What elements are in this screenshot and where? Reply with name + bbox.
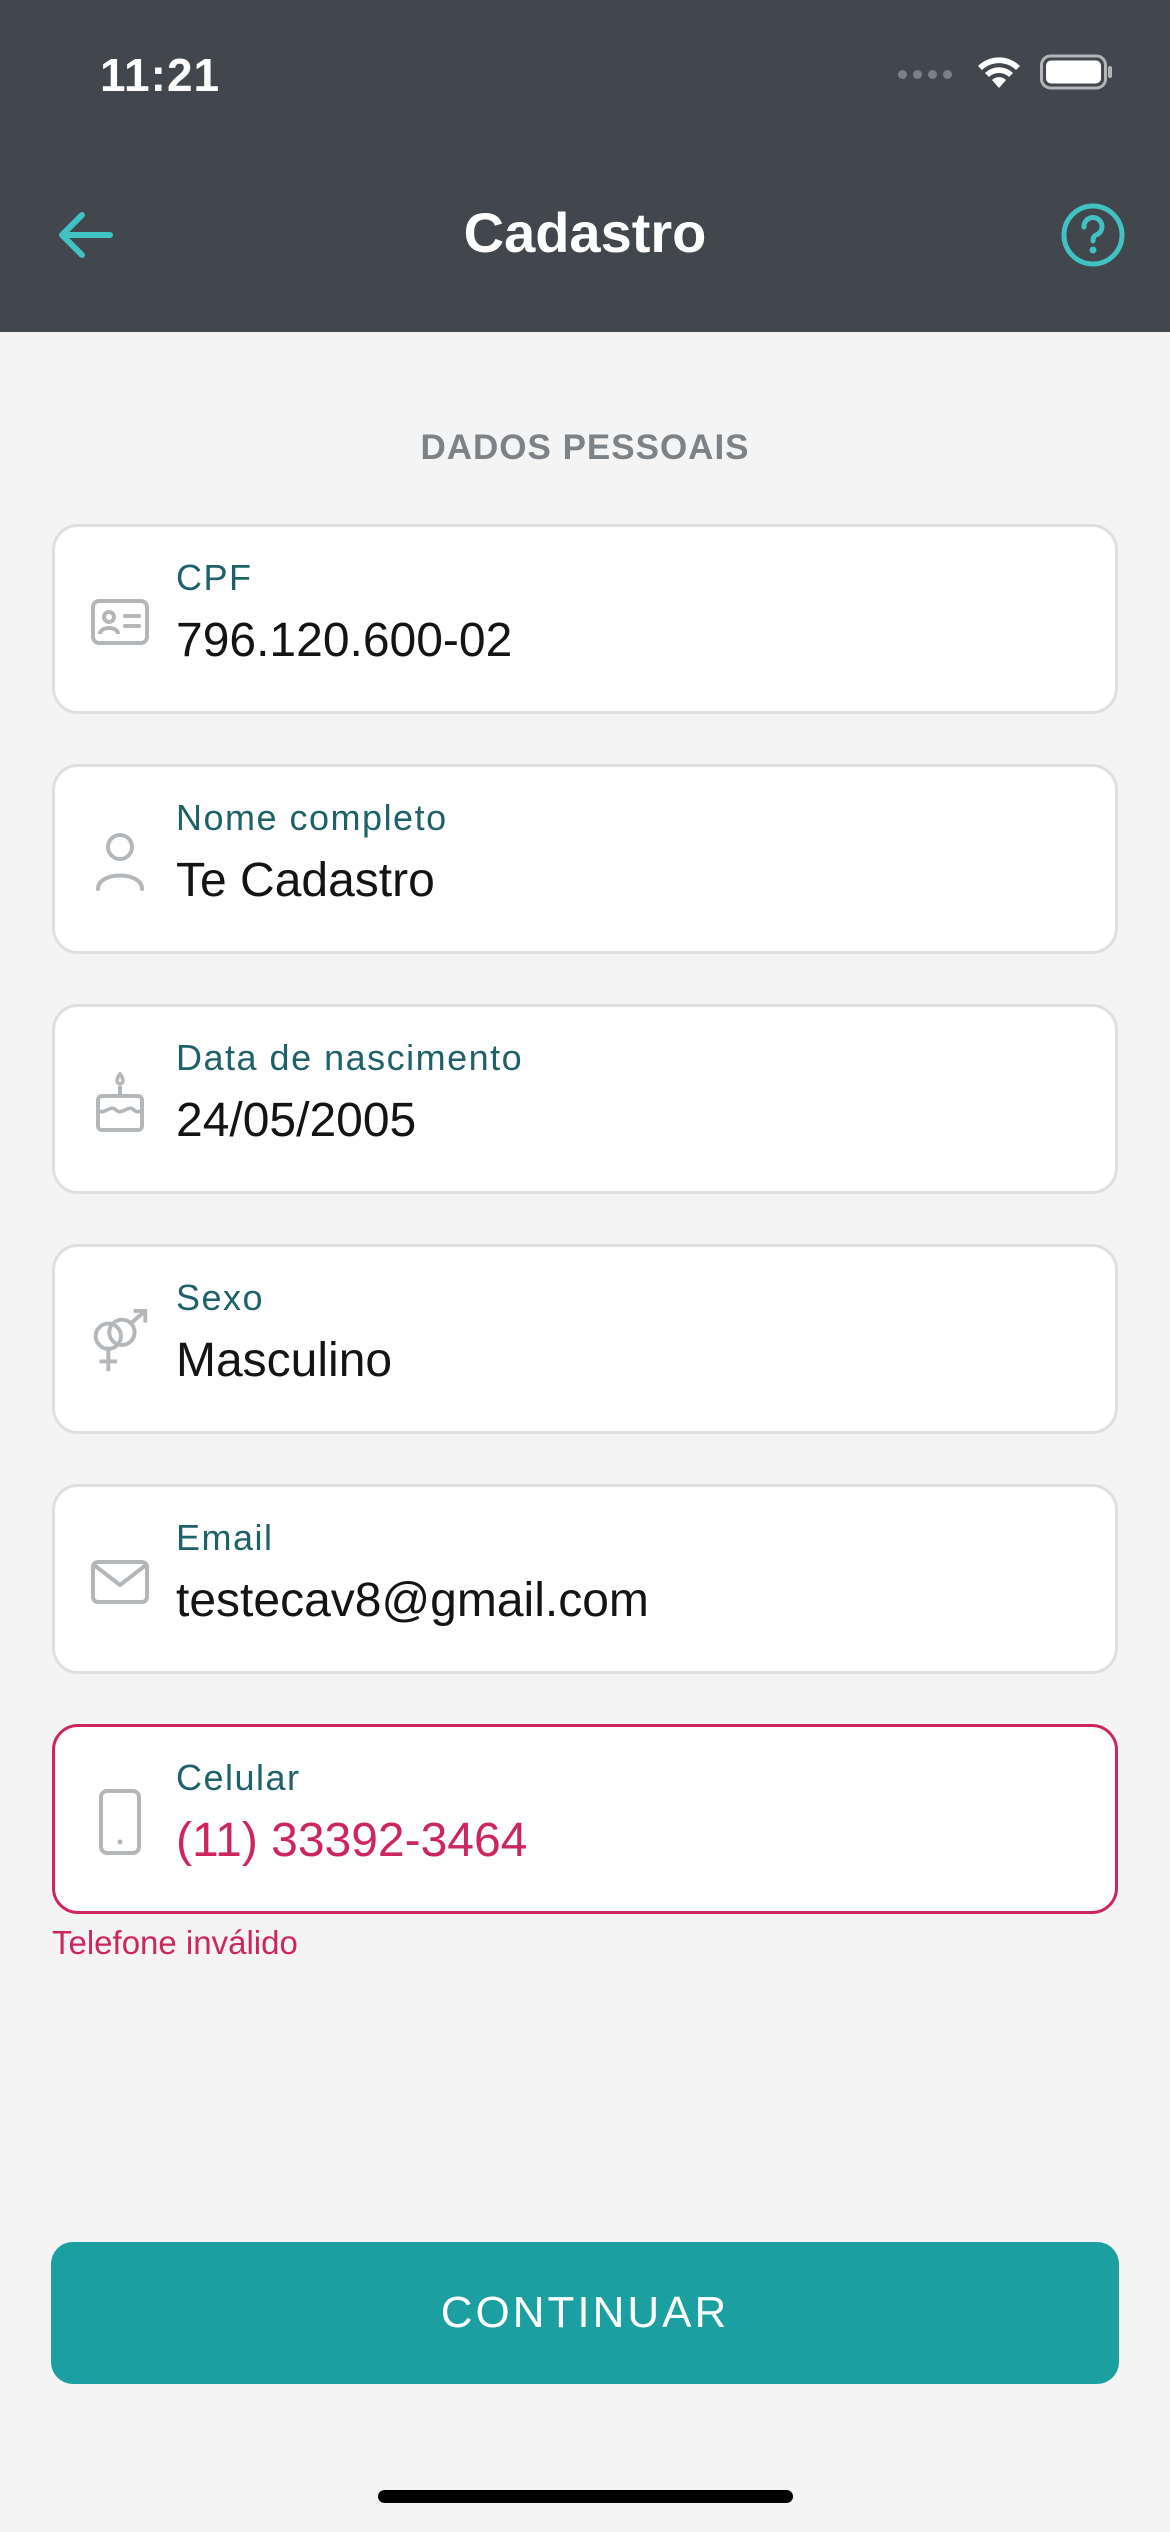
- field-label: Sexo: [176, 1277, 265, 1318]
- gender-icon: [85, 1302, 155, 1382]
- cellular-signal-icon: [898, 69, 952, 79]
- phone-error-message: Telefone inválido: [52, 1924, 298, 1961]
- continue-button[interactable]: CONTINUAR: [51, 2242, 1119, 2384]
- home-indicator: [378, 2490, 793, 2503]
- mobile-phone-field[interactable]: Celular (11) 33392-3464: [52, 1724, 1118, 1914]
- phone-icon: [85, 1782, 155, 1862]
- field-value[interactable]: 24/05/2005: [176, 1093, 416, 1148]
- battery-icon: [1040, 54, 1114, 95]
- field-value[interactable]: (11) 33392-3464: [176, 1813, 527, 1868]
- birth-date-field[interactable]: Data de nascimento 24/05/2005: [52, 1004, 1118, 1194]
- full-name-field[interactable]: Nome completo Te Cadastro: [52, 764, 1118, 954]
- user-icon: [85, 822, 155, 902]
- gender-field[interactable]: Sexo Masculino: [52, 1244, 1118, 1434]
- status-icons: [898, 52, 1114, 96]
- field-value[interactable]: 796.120.600-02: [176, 613, 512, 668]
- question-circle-icon: [1061, 203, 1125, 267]
- help-button[interactable]: [1058, 200, 1128, 270]
- app-header: 11:21 Cadastro: [0, 0, 1170, 332]
- field-label: Celular: [176, 1757, 301, 1798]
- field-value[interactable]: Te Cadastro: [176, 853, 435, 908]
- field-label: CPF: [176, 557, 253, 598]
- cake-icon: [85, 1062, 155, 1142]
- email-field[interactable]: Email testecav8@gmail.com: [52, 1484, 1118, 1674]
- cpf-field[interactable]: CPF 796.120.600-02: [52, 524, 1118, 714]
- field-label: Data de nascimento: [176, 1037, 524, 1078]
- envelope-icon: [85, 1542, 155, 1622]
- wifi-icon: [976, 54, 1022, 95]
- section-title: DADOS PESSOAIS: [420, 428, 750, 467]
- field-label: Nome completo: [176, 797, 448, 838]
- field-value[interactable]: Masculino: [176, 1333, 392, 1388]
- field-value[interactable]: testecav8@gmail.com: [176, 1573, 649, 1628]
- page-title: Cadastro: [463, 201, 707, 264]
- id-card-icon: [85, 582, 155, 662]
- field-label: Email: [176, 1517, 274, 1558]
- status-time: 11:21: [100, 49, 221, 101]
